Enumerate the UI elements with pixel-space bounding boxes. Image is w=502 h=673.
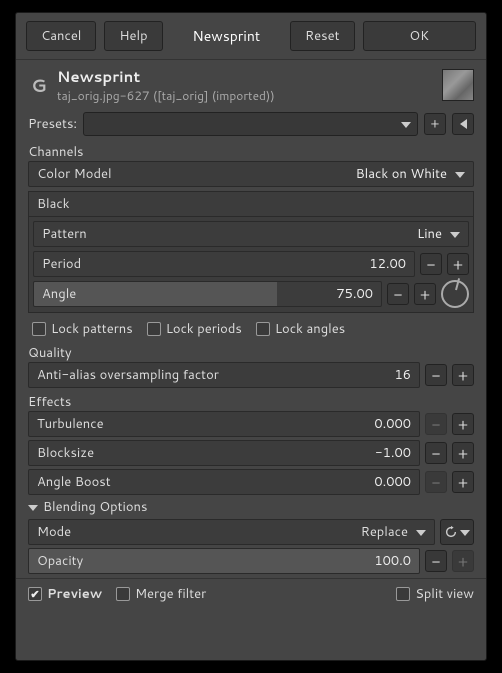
lock-patterns-label: Lock patterns [51,320,133,338]
turbulence-increment[interactable] [452,413,474,435]
angleboost-increment[interactable] [452,471,474,493]
period-decrement[interactable] [420,253,442,275]
preview-label: Preview [47,585,102,603]
turbulence-label: Turbulence [37,415,374,433]
chevron-down-icon [401,115,411,133]
angleboost-label: Angle Boost [37,473,374,491]
mode-label: Mode [37,523,361,541]
mode-switch-button[interactable] [440,519,474,545]
angle-decrement[interactable] [387,283,409,305]
preview-thumbnail[interactable] [442,69,474,101]
chevron-down-icon [450,225,460,243]
period-label: Period [42,255,369,273]
cancel-button[interactable]: Cancel [26,21,96,51]
antialias-value: 16 [394,366,411,384]
lock-angles-checkbox[interactable]: Lock angles [256,320,345,338]
reset-button[interactable]: Reset [290,21,355,51]
split-view-checkbox[interactable]: Split view [396,585,474,603]
color-model-label: Color Model [37,165,356,183]
blocksize-slider[interactable]: Blocksize -1.00 [28,440,420,466]
lock-periods-label: Lock periods [166,320,242,338]
chevron-down-icon [28,498,38,516]
turbulence-slider[interactable]: Turbulence 0.000 [28,411,420,437]
period-increment[interactable] [447,253,469,275]
lock-periods-checkbox[interactable]: Lock periods [147,320,242,338]
mode-combo[interactable]: Mode Replace [28,519,435,545]
menu-arrow-icon [460,119,467,129]
filter-subtitle: taj_orig.jpg-627 ([taj_orig] (imported)) [57,87,275,104]
dialog-button-bar: Cancel Help Newsprint Reset OK [16,13,486,60]
preview-checkbox[interactable]: Preview [28,585,102,603]
chevron-down-icon [460,523,470,541]
turbulence-value: 0.000 [374,415,411,433]
opacity-value: 100.0 [374,552,411,570]
blocksize-increment[interactable] [452,442,474,464]
angle-slider[interactable]: Angle 75.00 [33,281,382,307]
effects-section-label: Effects [16,388,486,411]
tab-label: Black [37,195,70,213]
angleboost-slider[interactable]: Angle Boost 0.000 [28,469,420,495]
opacity-decrement[interactable] [425,550,447,572]
mode-value: Replace [361,523,408,541]
presets-row: Presets: [16,110,486,138]
preset-menu-button[interactable] [452,113,474,135]
gimp-icon: G [28,74,50,96]
angleboost-value: 0.000 [374,473,411,491]
blending-options-expander[interactable]: Blending Options [16,495,486,519]
channel-panel: Pattern Line Period 12.00 Angle 75.00 [28,217,474,313]
period-slider[interactable]: Period 12.00 [33,251,415,277]
chevron-down-icon [455,165,465,183]
filter-title: Newsprint [57,66,275,87]
merge-filter-checkbox[interactable]: Merge filter [116,585,206,603]
lock-patterns-checkbox[interactable]: Lock patterns [32,320,133,338]
angle-dial[interactable] [441,280,469,308]
angleboost-decrement [425,471,447,493]
quality-section-label: Quality [16,342,486,362]
color-model-combo[interactable]: Color Model Black on White [28,161,474,187]
blocksize-value: -1.00 [375,444,411,462]
angle-increment[interactable] [414,283,436,305]
channel-tab-black[interactable]: Black [28,191,474,217]
pattern-value: Line [417,225,442,243]
split-view-label: Split view [415,585,474,603]
chevron-down-icon [416,523,426,541]
pattern-combo[interactable]: Pattern Line [33,221,469,247]
presets-label: Presets: [28,115,77,133]
dialog-header: G Newsprint taj_orig.jpg-627 ([taj_orig]… [16,60,486,106]
blending-options-label: Blending Options [43,498,147,516]
blocksize-label: Blocksize [37,444,375,462]
channels-section-label: Channels [16,138,486,161]
dialog-footer: Preview Merge filter Split view [16,578,486,609]
antialias-slider[interactable]: Anti-alias oversampling factor 16 [28,362,420,388]
help-button[interactable]: Help [104,21,162,51]
antialias-increment[interactable] [452,364,474,386]
angle-value: 75.00 [336,285,373,303]
blocksize-decrement[interactable] [425,442,447,464]
switch-icon [444,525,458,539]
color-model-value: Black on White [356,165,447,183]
ok-button[interactable]: OK [363,21,476,51]
dialog-title: Newsprint [171,21,282,51]
antialias-label: Anti-alias oversampling factor [37,366,394,384]
merge-filter-label: Merge filter [135,585,206,603]
angle-label: Angle [42,285,336,303]
pattern-label: Pattern [42,225,417,243]
opacity-slider[interactable]: Opacity 100.0 [28,548,420,574]
presets-combo[interactable] [83,112,418,136]
preset-add-button[interactable] [424,113,446,135]
turbulence-decrement [425,413,447,435]
newsprint-dialog: Cancel Help Newsprint Reset OK G Newspri… [15,12,487,661]
opacity-label: Opacity [37,552,374,570]
period-value: 12.00 [369,255,406,273]
lock-angles-label: Lock angles [275,320,345,338]
opacity-increment [452,550,474,572]
antialias-decrement[interactable] [425,364,447,386]
